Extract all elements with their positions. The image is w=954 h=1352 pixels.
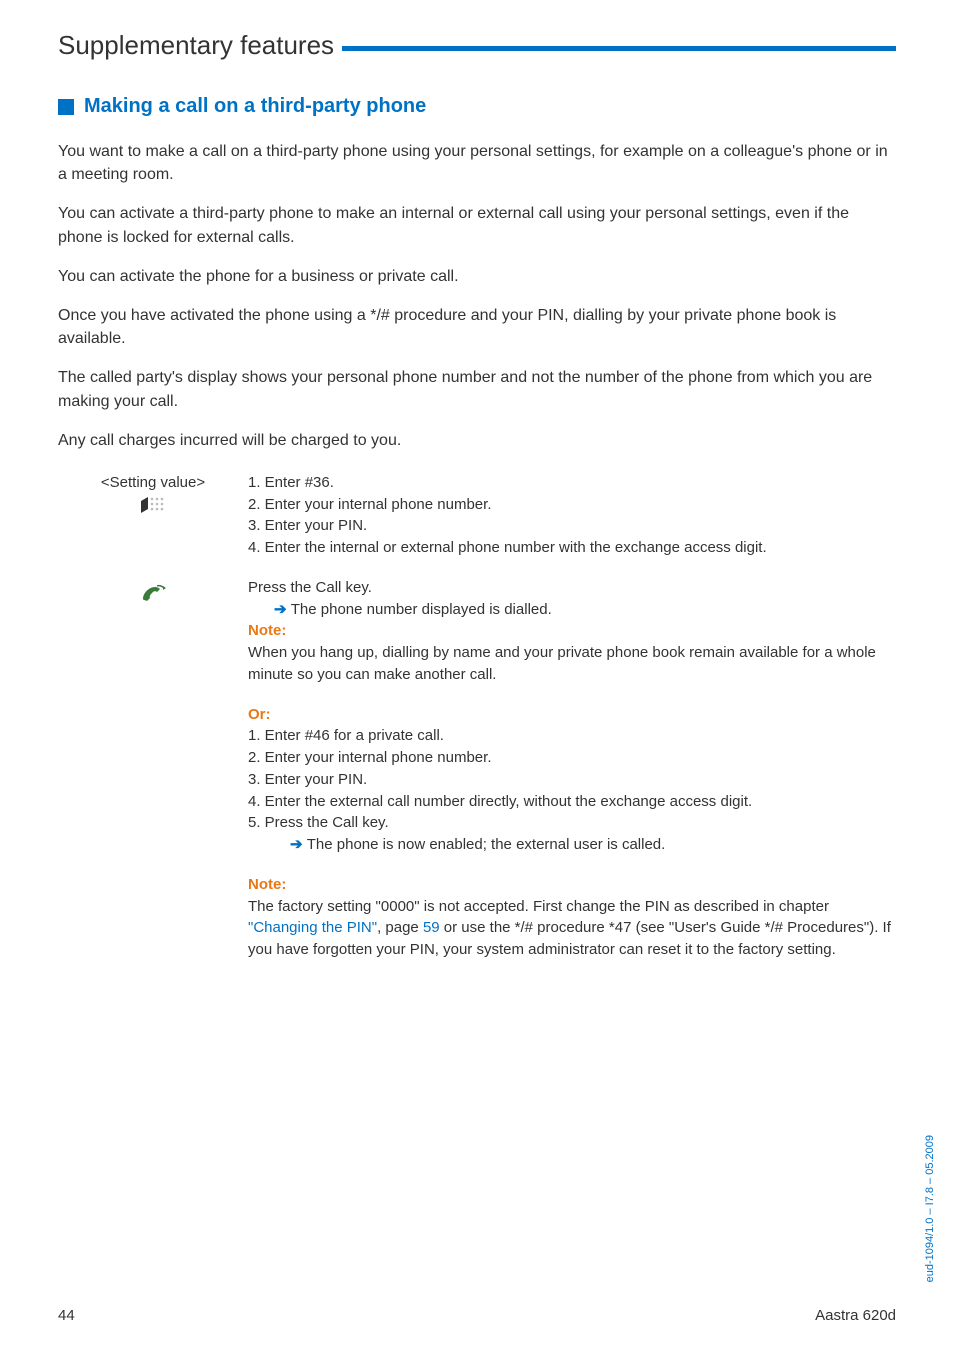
step-left-column [58,704,248,856]
page-number: 44 [58,1307,75,1324]
step-item: 3. Enter your PIN. [248,769,896,791]
intro-paragraph-4: Once you have activated the phone using … [58,304,896,350]
step-left-column [58,577,248,686]
step-block-2: Press the Call key. ➔ The phone number d… [58,577,896,686]
intro-paragraph-6: Any call charges incurred will be charge… [58,429,896,452]
step-item: 1. Enter #46 for a private call. [248,725,896,747]
press-call-key-text: Press the Call key. [248,577,896,599]
note-part1: The factory setting "0000" is not accept… [248,898,829,915]
step-block-3: Or: 1. Enter #46 for a private call. 2. … [58,704,896,856]
note-block-2-content: Note: The factory setting "0000" is not … [248,874,896,961]
arrow-icon: ➔ [274,601,291,618]
step-item: 1. Enter #36. [248,472,896,494]
call-icon [58,583,248,609]
link-page-ref[interactable]: 59 [423,919,440,936]
step-item: 4. Enter the external call number direct… [248,791,896,813]
note-label: Note: [248,874,896,896]
intro-paragraph-2: You can activate a third-party phone to … [58,202,896,248]
section-bullet-icon [58,99,74,115]
step-block-2-content: Press the Call key. ➔ The phone number d… [248,577,896,686]
step-item: 5. Press the Call key. [248,812,896,834]
result-text: The phone number displayed is dialled. [291,601,552,618]
intro-paragraph-5: The called party's display shows your pe… [58,366,896,412]
step-item: 4. Enter the internal or external phone … [248,537,896,559]
step-block-3-content: Or: 1. Enter #46 for a private call. 2. … [248,704,896,856]
result-text: The phone is now enabled; the external u… [307,836,666,853]
step-block-1: <Setting value> 1. Enter #36. [58,472,896,559]
note-text: When you hang up, dialling by name and y… [248,642,896,686]
step-item: 3. Enter your PIN. [248,515,896,537]
step-left-column [58,874,248,961]
steps-area: <Setting value> 1. Enter #36. [58,472,896,961]
intro-paragraph-3: You can activate the phone for a busines… [58,265,896,288]
link-changing-pin[interactable]: "Changing the PIN" [248,919,377,936]
result-line: ➔ The phone number displayed is dialled. [248,599,896,621]
result-line: ➔ The phone is now enabled; the external… [248,834,896,856]
arrow-icon: ➔ [290,836,307,853]
keypad-icon [58,495,248,519]
note-text: The factory setting "0000" is not accept… [248,896,896,961]
chapter-title: Supplementary features [58,30,342,61]
note-mid: , page [377,919,423,936]
section-title: Making a call on a third-party phone [84,95,426,118]
product-name: Aastra 620d [815,1307,896,1324]
section-heading: Making a call on a third-party phone [58,95,896,118]
page-footer: 44 Aastra 620d [58,1307,896,1324]
document-side-label: eud-1094/1.0 – I7.8 – 05.2009 [924,1135,936,1282]
or-label: Or: [248,704,896,726]
chapter-header: Supplementary features [58,30,896,61]
step-list-1: 1. Enter #36. 2. Enter your internal pho… [248,472,896,559]
chapter-rule [342,46,896,51]
step-item: 2. Enter your internal phone number. [248,494,896,516]
note-block-2: Note: The factory setting "0000" is not … [58,874,896,961]
setting-value-label: <Setting value> [58,474,248,491]
intro-paragraph-1: You want to make a call on a third-party… [58,140,896,186]
step-item: 2. Enter your internal phone number. [248,747,896,769]
step-left-column: <Setting value> [58,472,248,559]
note-label: Note: [248,620,896,642]
